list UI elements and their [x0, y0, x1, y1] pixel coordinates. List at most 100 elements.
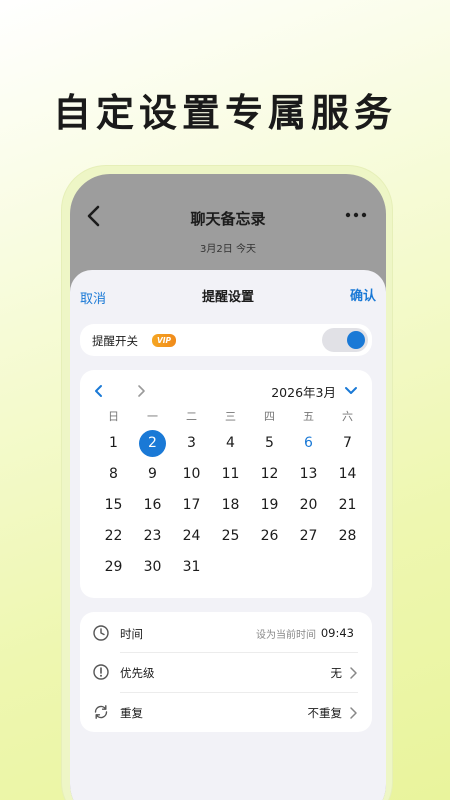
day-number: 12 [260, 466, 279, 482]
month-label[interactable]: 2026年3月 [271, 382, 336, 401]
calendar-day[interactable]: 13 [289, 459, 328, 490]
day-number: 22 [104, 528, 123, 544]
calendar-day[interactable]: 7 [328, 428, 367, 459]
time-value[interactable]: 09:43 [321, 626, 354, 640]
calendar-day[interactable]: 9 [133, 459, 172, 490]
calendar-day[interactable]: 14 [328, 459, 367, 490]
calendar-day[interactable]: 6 [289, 428, 328, 459]
day-number: 20 [299, 497, 318, 513]
day-number: 2 [139, 430, 166, 457]
calendar-day[interactable]: 23 [133, 521, 172, 552]
calendar-week: 22 23 24 25 26 27 28 [80, 521, 372, 552]
day-number: 1 [109, 435, 118, 451]
day-number: 31 [182, 559, 201, 575]
more-icon[interactable] [344, 210, 368, 220]
day-number: 26 [260, 528, 279, 544]
vip-badge: VIP [152, 334, 176, 347]
reminder-toggle[interactable] [322, 328, 368, 352]
time-row[interactable]: 时间 设为当前时间 09:43 [80, 614, 372, 654]
day-number: 11 [221, 466, 240, 482]
reminder-sheet: 取消 提醒设置 确认 提醒开关 VIP 2026年3月 日一二三四五六12345… [70, 270, 386, 800]
calendar-day[interactable]: 27 [289, 521, 328, 552]
day-number: 9 [148, 466, 157, 482]
day-number: 13 [299, 466, 318, 482]
calendar-grid: 日一二三四五六 1 2 3 4 5 6 7 8 9 10 11 12 13 14 15 16 17 18 19 20 21… [80, 406, 372, 583]
day-number: 7 [343, 435, 352, 451]
empty-day [289, 552, 328, 583]
day-number: 27 [299, 528, 318, 544]
calendar-day[interactable]: 20 [289, 490, 328, 521]
calendar-day[interactable]: 18 [211, 490, 250, 521]
day-number: 23 [143, 528, 162, 544]
calendar-day[interactable]: 12 [250, 459, 289, 490]
day-number: 21 [338, 497, 357, 513]
calendar-day[interactable]: 26 [250, 521, 289, 552]
headline: 自定设置专属服务 [52, 91, 397, 135]
selected-day[interactable]: 2 [133, 428, 172, 459]
calendar-day[interactable]: 15 [94, 490, 133, 521]
reminder-switch-card: 提醒开关 VIP [80, 324, 372, 356]
repeat-label: 重复 [120, 706, 143, 720]
calendar-day[interactable]: 21 [328, 490, 367, 521]
calendar-day[interactable]: 5 [250, 428, 289, 459]
day-number: 3 [187, 435, 196, 451]
priority-value: 无 [330, 666, 343, 680]
sheet-toolbar: 取消 提醒设置 确认 [70, 282, 386, 310]
calendar-day[interactable]: 4 [211, 428, 250, 459]
chat-date: 3月2日 今天 [200, 244, 256, 255]
calendar-day[interactable]: 17 [172, 490, 211, 521]
day-number: 6 [304, 435, 313, 451]
day-number: 29 [104, 559, 123, 575]
toggle-knob [347, 331, 365, 349]
calendar-day[interactable]: 3 [172, 428, 211, 459]
day-number: 8 [109, 466, 118, 482]
day-number: 18 [221, 497, 240, 513]
calendar-week: 15 16 17 18 19 20 21 [80, 490, 372, 521]
calendar-day[interactable]: 28 [328, 521, 367, 552]
empty-day [211, 552, 250, 583]
chevron-down-icon[interactable] [344, 383, 358, 397]
day-number: 4 [226, 435, 235, 451]
chat-header: 聊天备忘录 3月2日 今天 [70, 174, 386, 274]
calendar-week: 1 2 3 4 5 6 7 [80, 428, 372, 459]
empty-day [328, 552, 367, 583]
day-number: 5 [265, 435, 274, 451]
calendar-day[interactable]: 16 [133, 490, 172, 521]
empty-day [250, 552, 289, 583]
weekday-label: 二 [186, 410, 197, 423]
calendar-day[interactable]: 8 [94, 459, 133, 490]
weekday-label: 六 [342, 410, 353, 423]
calendar-day[interactable]: 22 [94, 521, 133, 552]
repeat-value: 不重复 [307, 706, 343, 720]
calendar-week: 8 9 10 11 12 13 14 [80, 459, 372, 490]
calendar-day[interactable]: 10 [172, 459, 211, 490]
calendar-day[interactable]: 29 [94, 552, 133, 583]
weekday-label: 四 [264, 410, 275, 423]
prev-month-icon[interactable] [92, 384, 106, 398]
day-number: 25 [221, 528, 240, 544]
time-label: 时间 [120, 627, 143, 641]
day-number: 19 [260, 497, 279, 513]
clock-icon [93, 625, 109, 641]
set-current-time-button[interactable]: 设为当前时间 [256, 626, 316, 641]
priority-row[interactable]: 优先级 无 [80, 653, 372, 693]
calendar-day[interactable]: 30 [133, 552, 172, 583]
phone-screen: 聊天备忘录 3月2日 今天 取消 提醒设置 确认 提醒开关 VIP 2026年3… [70, 174, 386, 800]
calendar-day[interactable]: 31 [172, 552, 211, 583]
day-number: 16 [143, 497, 162, 513]
calendar-day[interactable]: 25 [211, 521, 250, 552]
confirm-button[interactable]: 确认 [350, 285, 376, 304]
next-month-icon[interactable] [134, 384, 148, 398]
calendar-day[interactable]: 24 [172, 521, 211, 552]
priority-label: 优先级 [120, 666, 155, 680]
options-card: 时间 设为当前时间 09:43 优先级 无 重复 不重复 [80, 612, 372, 732]
calendar-week: 29 30 31 [80, 552, 372, 583]
day-number: 10 [182, 466, 201, 482]
calendar-day[interactable]: 11 [211, 459, 250, 490]
repeat-row[interactable]: 重复 不重复 [80, 693, 372, 733]
alert-icon [93, 664, 109, 680]
weekday-label: 日 [108, 410, 119, 423]
calendar-day[interactable]: 1 [94, 428, 133, 459]
day-number: 24 [182, 528, 201, 544]
calendar-day[interactable]: 19 [250, 490, 289, 521]
